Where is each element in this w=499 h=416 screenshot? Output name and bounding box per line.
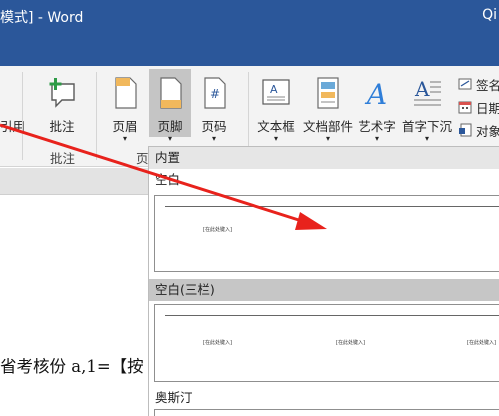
wordart-icon: A (364, 78, 387, 110)
footer-placeholder-right: [在此处键入] (467, 340, 496, 346)
builtin-header: 内置 (149, 147, 499, 169)
signature-icon (458, 78, 472, 90)
comment-label: 批注 (49, 119, 75, 134)
comment-group-label: 批注 (50, 151, 76, 166)
footer-label: 页脚 ▾ (157, 119, 183, 143)
footer-button[interactable]: 页脚 ▾ (149, 69, 191, 143)
ribbon-separator (22, 72, 23, 160)
footer-placeholder: [在此处键入] (203, 227, 232, 233)
date-label: 日期 (476, 100, 499, 116)
footer-placeholder-center: [在此处键入] (336, 340, 365, 346)
footer-rule (165, 315, 499, 316)
svg-text:A: A (414, 77, 430, 101)
gallery-item-three-column[interactable]: [在此处键入] [在此处键入] [在此处键入] (154, 304, 499, 382)
document-divider (0, 194, 148, 195)
svg-text:A: A (364, 78, 387, 110)
quick-parts-label: 文档部件 ▾ (302, 119, 353, 143)
object-label: 对象 (476, 123, 499, 139)
page-number-label: 页码 ▾ (201, 119, 227, 143)
svg-text:A: A (270, 83, 278, 96)
header-footer-group-label: 页 (136, 151, 149, 166)
calendar-icon (458, 101, 472, 114)
quick-parts-icon (317, 77, 339, 109)
new-comment-button[interactable]: 批注 (36, 72, 88, 134)
page-number-button[interactable]: # 页码 ▾ (193, 72, 235, 143)
textbox-button[interactable]: A 文本框 ▾ (254, 72, 298, 143)
textbox-label: 文本框 ▾ (257, 119, 295, 143)
page-number-icon: # (204, 77, 226, 109)
title-bar: 模式] - Word Qi (0, 0, 499, 66)
textbox-icon: A (262, 79, 290, 105)
dropcap-button[interactable]: A 首字下沉 ▾ (400, 72, 454, 143)
header-icon (115, 77, 137, 109)
document-ruler-area (0, 168, 148, 194)
gallery-item-austin[interactable] (154, 409, 499, 416)
footer-gallery-dropdown: 内置 空白 [在此处键入] 空白(三栏) [在此处键入] [在此处键入] [在此… (148, 146, 499, 416)
gallery-item-three-column-title[interactable]: 空白(三栏) (149, 279, 499, 301)
gallery-item-blank[interactable]: [在此处键入] (154, 195, 499, 272)
signature-line-button[interactable]: 签名 (458, 74, 499, 94)
wordart-button[interactable]: A 艺术字 ▾ (356, 72, 398, 143)
object-icon (459, 123, 472, 137)
footer-placeholder-left: [在此处键入] (203, 340, 232, 346)
dropcap-label: 首字下沉 ▾ (401, 119, 452, 143)
quick-parts-button[interactable]: 文档部件 ▾ (302, 72, 354, 143)
date-time-button[interactable]: 日期 (458, 97, 499, 117)
document-text[interactable]: 省考核份 a,1=【按 (0, 353, 144, 377)
new-comment-icon (49, 78, 75, 108)
ribbon-separator (96, 72, 97, 160)
header-button[interactable]: 页眉 ▾ (104, 72, 146, 143)
wordart-label: 艺术字 ▾ (358, 119, 396, 143)
footer-icon (160, 77, 182, 109)
signature-label: 签名 (476, 77, 499, 93)
object-button[interactable]: 对象 (458, 120, 499, 140)
header-label: 页眉 ▾ (112, 119, 138, 143)
user-name[interactable]: Qi (482, 7, 497, 23)
gallery-item-blank-title[interactable]: 空白 (149, 169, 499, 191)
gallery-item-austin-title[interactable]: 奥斯汀 (149, 387, 499, 409)
window-title: 模式] - Word (0, 10, 84, 26)
footer-rule (165, 206, 499, 207)
svg-text:#: # (210, 87, 220, 101)
dropcap-icon: A (414, 77, 441, 106)
